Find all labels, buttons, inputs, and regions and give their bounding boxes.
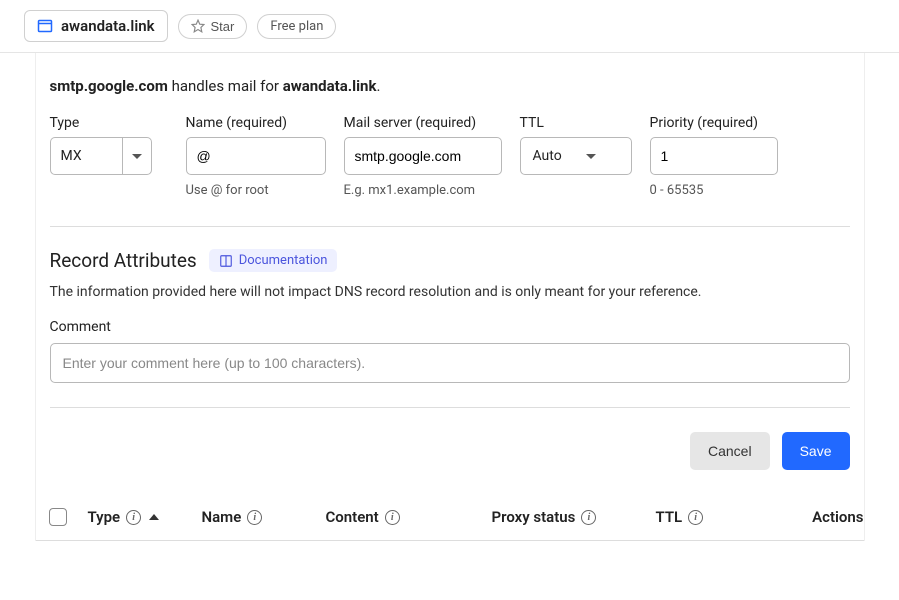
save-button[interactable]: Save [782, 432, 850, 470]
attributes-title: Record Attributes [50, 249, 197, 272]
field-name: Name (required) Use @ for root [186, 115, 326, 198]
record-attributes-section: Record Attributes Documentation The info… [50, 227, 850, 407]
star-button[interactable]: Star [178, 14, 248, 39]
info-icon: i [126, 510, 141, 525]
cancel-button[interactable]: Cancel [690, 432, 770, 470]
records-table-header: Type i Name i Content i Proxy status i T… [36, 494, 864, 540]
ttl-select[interactable]: Auto [520, 137, 632, 175]
main-card: smtp.google.com handles mail for awandat… [35, 53, 865, 541]
name-label: Name (required) [186, 115, 326, 131]
window-icon [37, 18, 53, 34]
site-name: awandata.link [61, 17, 155, 35]
type-select[interactable]: MX [50, 137, 168, 175]
field-type: Type MX [50, 115, 168, 198]
star-icon [191, 19, 205, 33]
mailserver-label: Mail server (required) [344, 115, 502, 131]
record-summary: smtp.google.com handles mail for awandat… [50, 77, 850, 115]
priority-help: 0 - 65535 [650, 183, 778, 198]
field-ttl: TTL Auto [520, 115, 632, 198]
select-all-checkbox[interactable] [49, 508, 67, 526]
top-bar: awandata.link Star Free plan [0, 0, 899, 53]
sort-asc-icon [149, 514, 159, 520]
col-name[interactable]: Name i [202, 508, 318, 526]
form-actions: Cancel Save [50, 408, 850, 494]
book-icon [219, 254, 233, 268]
comment-label: Comment [50, 319, 850, 335]
mailserver-input[interactable] [344, 137, 502, 175]
divider [36, 540, 864, 541]
site-pill[interactable]: awandata.link [24, 10, 168, 42]
type-dropdown-toggle[interactable] [122, 137, 152, 175]
ttl-label: TTL [520, 115, 632, 131]
record-fields-row: Type MX Name (required) Use @ for root M… [50, 115, 850, 226]
field-mailserver: Mail server (required) E.g. mx1.example.… [344, 115, 502, 198]
star-label: Star [211, 19, 235, 34]
type-label: Type [50, 115, 168, 131]
comment-input[interactable] [50, 343, 850, 383]
plan-label: Free plan [270, 19, 323, 34]
ttl-value: Auto [533, 148, 562, 164]
mailserver-help: E.g. mx1.example.com [344, 183, 502, 198]
info-icon: i [385, 510, 400, 525]
name-input[interactable] [186, 137, 326, 175]
documentation-label: Documentation [239, 253, 328, 268]
priority-input[interactable] [650, 137, 778, 175]
info-icon: i [688, 510, 703, 525]
info-icon: i [247, 510, 262, 525]
field-priority: Priority (required) 0 - 65535 [650, 115, 778, 198]
info-icon: i [581, 510, 596, 525]
col-actions: Actions [774, 508, 864, 526]
col-ttl[interactable]: TTL i [656, 508, 766, 526]
attributes-desc: The information provided here will not i… [50, 282, 850, 303]
col-type[interactable]: Type i [88, 508, 194, 526]
col-content[interactable]: Content i [326, 508, 484, 526]
priority-label: Priority (required) [650, 115, 778, 131]
name-help: Use @ for root [186, 183, 326, 198]
chevron-down-icon [586, 154, 596, 159]
chevron-down-icon [132, 154, 142, 159]
documentation-link[interactable]: Documentation [209, 249, 338, 272]
plan-pill[interactable]: Free plan [257, 14, 336, 39]
type-value: MX [50, 137, 122, 175]
summary-domain: awandata.link [283, 77, 377, 95]
summary-server: smtp.google.com [50, 77, 168, 95]
col-proxy-status[interactable]: Proxy status i [492, 508, 648, 526]
